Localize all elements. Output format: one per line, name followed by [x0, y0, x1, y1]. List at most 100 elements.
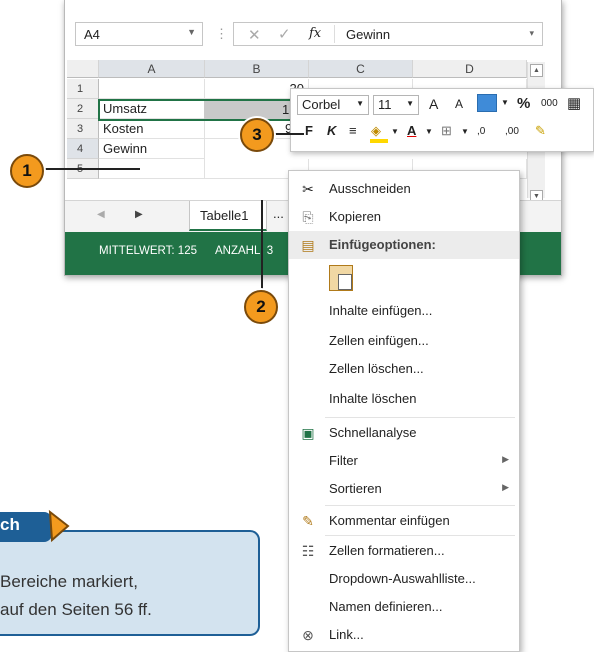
name-box-value: A4: [84, 27, 100, 42]
menu-item-insert-cells[interactable]: Zellen einfügen...: [289, 327, 519, 355]
expand-formula-icon[interactable]: ▾: [529, 28, 534, 39]
format-cells-icon: ☷: [301, 543, 315, 559]
select-all-corner[interactable]: [67, 60, 99, 78]
chevron-down-icon: ▼: [406, 99, 414, 108]
menu-item-label: Zellen formatieren...: [329, 543, 445, 558]
enter-icon[interactable]: ✓: [278, 25, 291, 43]
italic-button[interactable]: K: [327, 123, 336, 138]
borders-icon[interactable]: ⊞: [441, 123, 452, 139]
column-header-b[interactable]: B: [205, 60, 309, 78]
row-header-4[interactable]: 4: [67, 139, 99, 159]
font-name-value: Corbel: [302, 97, 341, 112]
paste-options-icon: ▤: [301, 237, 315, 253]
bold-button[interactable]: F: [305, 123, 313, 138]
chevron-down-icon[interactable]: ▼: [501, 98, 509, 107]
format-painter-icon[interactable]: ✎: [535, 123, 546, 139]
chevron-down-icon[interactable]: ▼: [391, 127, 399, 136]
tip-tab-label: ch: [0, 515, 20, 534]
fill-color-icon[interactable]: ◈: [371, 123, 381, 139]
formula-divider: [334, 25, 335, 43]
callout-2-leader: [261, 200, 263, 292]
scissors-icon: ✂: [302, 181, 314, 197]
menu-item-delete-cells[interactable]: Zellen löschen...: [289, 355, 519, 383]
menu-separator: [325, 535, 515, 536]
align-center-icon[interactable]: ≡: [349, 123, 357, 138]
menu-item-label: Ausschneiden: [329, 181, 411, 196]
menu-item-paste-special[interactable]: Inhalte einfügen...: [289, 297, 519, 325]
fill-color-swatch: [370, 139, 388, 143]
copy-icon: ⎘: [302, 209, 314, 225]
formula-bar-grip-icon: ⋮: [215, 26, 228, 41]
menu-item-label: Inhalte löschen: [329, 391, 417, 406]
menu-item-quick-analysis[interactable]: ▣ Schnellanalyse: [289, 419, 519, 447]
menu-item-dropdown-list[interactable]: Dropdown-Auswahlliste...: [289, 565, 519, 593]
font-size-select[interactable]: 11 ▼: [373, 95, 419, 115]
menu-item-label: Dropdown-Auswahlliste...: [329, 571, 476, 586]
row-header-3[interactable]: 3: [67, 119, 99, 139]
chevron-down-icon[interactable]: ▼: [461, 127, 469, 136]
name-box[interactable]: A4 ▼: [75, 22, 203, 46]
thousands-separator-icon[interactable]: 000: [541, 98, 558, 109]
menu-item-label: Inhalte einfügen...: [329, 303, 433, 318]
menu-item-insert-comment[interactable]: ✎ Kommentar einfügen: [289, 507, 519, 535]
shrink-font-icon[interactable]: A: [455, 97, 463, 111]
more-sheets[interactable]: ...: [273, 206, 284, 221]
menu-item-label: Kommentar einfügen: [329, 513, 450, 528]
menu-item-filter[interactable]: Filter ▶: [289, 447, 519, 475]
column-header-c[interactable]: C: [309, 60, 413, 78]
chevron-right-icon: ▶: [502, 482, 509, 492]
menu-item-copy[interactable]: ⎘ Kopieren: [289, 203, 519, 231]
increase-decimal-icon[interactable]: ,0: [477, 126, 485, 137]
status-average: MITTELWERT: 125: [99, 245, 197, 257]
cell-a1[interactable]: [99, 79, 205, 99]
tab-scroll-right-icon[interactable]: ▶: [135, 209, 143, 220]
row-header-2[interactable]: 2: [67, 99, 99, 119]
menu-item-format-cells[interactable]: ☷ Zellen formatieren...: [289, 537, 519, 565]
chevron-down-icon[interactable]: ▼: [187, 27, 196, 37]
scroll-up-icon[interactable]: ▲: [530, 64, 543, 77]
callout-1-leader: [44, 168, 140, 170]
menu-item-label: Zellen löschen...: [329, 361, 424, 376]
tab-scroll-left-icon[interactable]: ◀: [97, 209, 105, 220]
insert-function-icon[interactable]: fx: [309, 26, 321, 41]
percent-style-icon[interactable]: %: [517, 95, 530, 112]
column-header-a[interactable]: A: [99, 60, 205, 78]
font-color-icon[interactable]: A: [407, 123, 416, 138]
column-header-d[interactable]: D: [413, 60, 527, 78]
menu-item-label: Filter: [329, 453, 358, 468]
menu-separator: [325, 417, 515, 418]
row-header-1[interactable]: 1: [67, 79, 99, 99]
menu-item-label: Schnellanalyse: [329, 425, 417, 440]
cancel-icon[interactable]: ✕: [248, 26, 261, 44]
cell-a3[interactable]: Kosten: [99, 119, 205, 139]
tip-tab: ch: [0, 512, 52, 542]
menu-item-label: Namen definieren...: [329, 599, 443, 614]
tab-sheet1[interactable]: Tabelle1: [189, 201, 267, 231]
menu-item-sort[interactable]: Sortieren ▶: [289, 475, 519, 503]
cell-a4[interactable]: Gewinn: [99, 139, 205, 159]
decrease-decimal-icon[interactable]: ,00: [505, 126, 519, 137]
callout-2: 2: [244, 290, 278, 324]
format-table-icon[interactable]: ▦: [567, 94, 581, 112]
paste-icon[interactable]: [329, 265, 353, 291]
menu-item-label: Sortieren: [329, 481, 382, 496]
font-name-select[interactable]: Corbel ▼: [297, 95, 369, 115]
callout-3: 3: [240, 118, 274, 152]
chevron-down-icon[interactable]: ▼: [425, 127, 433, 136]
menu-item-cut[interactable]: ✂ Ausschneiden: [289, 175, 519, 203]
chevron-down-icon: ▼: [356, 99, 364, 108]
grow-font-icon[interactable]: A: [429, 96, 438, 112]
comment-icon: ✎: [302, 513, 314, 529]
menu-item-link[interactable]: ⊗ Link...: [289, 621, 519, 649]
formula-value[interactable]: Gewinn: [346, 27, 390, 42]
paste-page: [338, 274, 352, 290]
formula-input[interactable]: ✕ ✓ fx Gewinn ▾: [233, 22, 543, 46]
context-menu: ✂ Ausschneiden ⎘ Kopieren ▤ Einfügeoptio…: [288, 170, 520, 652]
menu-item-define-name[interactable]: Namen definieren...: [289, 593, 519, 621]
menu-item-label: Einfügeoptionen:: [329, 237, 436, 252]
formula-bar: A4 ▼ ⋮ ✕ ✓ fx Gewinn ▾: [65, 18, 561, 54]
menu-item-label: Kopieren: [329, 209, 382, 224]
accounting-format-icon[interactable]: [477, 94, 497, 112]
menu-item-clear-contents[interactable]: Inhalte löschen: [289, 385, 519, 413]
quick-analysis-icon: ▣: [301, 425, 315, 441]
